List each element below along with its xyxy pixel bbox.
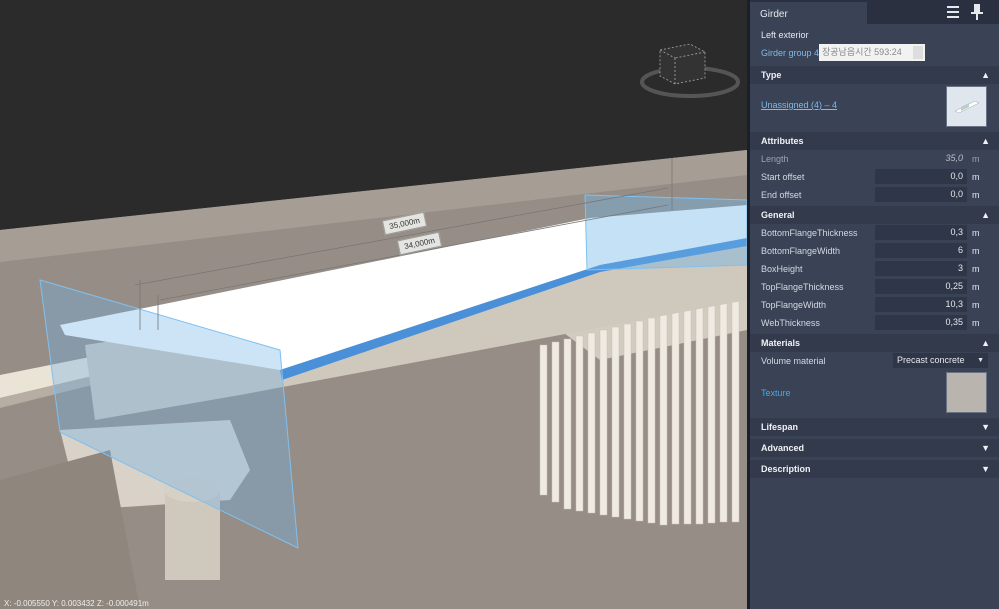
- chevron-down-icon: ▼: [981, 464, 990, 474]
- section-attributes[interactable]: Attributes ▲: [750, 132, 999, 150]
- attribute-row-length: Length 35,0 m: [761, 153, 980, 164]
- dropdown-arrow-icon: ▼: [977, 357, 984, 364]
- group-input[interactable]: 장공남읍시간 593:24: [819, 44, 925, 61]
- section-materials-label: Materials: [761, 338, 801, 348]
- length-value: 35,0: [945, 153, 963, 163]
- 3d-viewport[interactable]: 35,000m 34,000m X: -0.005550 Y: 0.003432…: [0, 0, 747, 609]
- chevron-up-icon: ▲: [981, 136, 990, 146]
- panel-titlebar: Girder: [750, 0, 999, 24]
- param-field[interactable]: 0,25: [875, 279, 967, 294]
- volume-material-row: Volume material Precast concrete ▼: [750, 352, 999, 370]
- type-thumbnail[interactable]: [946, 86, 987, 127]
- properties-panel: Girder Left exterior Girder group 4 장공남읍…: [750, 0, 999, 609]
- section-materials[interactable]: Materials ▲: [750, 334, 999, 352]
- section-lifespan[interactable]: Lifespan ▼: [750, 418, 999, 436]
- bridge-scene[interactable]: [0, 0, 747, 609]
- end-offset-field[interactable]: 0,0: [875, 187, 967, 202]
- param-row: TopFlangeWidth 10,3 m: [761, 297, 980, 312]
- girder-group-link[interactable]: Girder group 4: [761, 48, 819, 58]
- pin-icon[interactable]: [971, 4, 983, 22]
- menu-icon[interactable]: [947, 6, 959, 21]
- param-row: BottomFlangeThickness 0,3 m: [761, 225, 980, 240]
- section-advanced-label: Advanced: [761, 443, 805, 453]
- param-row: WebThickness 0,35 m: [761, 315, 980, 330]
- section-description-label: Description: [761, 464, 811, 474]
- section-attributes-label: Attributes: [761, 136, 804, 146]
- attribute-row-start-offset: Start offset 0,0 m: [761, 169, 980, 184]
- texture-thumbnail[interactable]: [946, 372, 987, 413]
- chevron-up-icon: ▲: [981, 70, 990, 80]
- param-row: BoxHeight 3 m: [761, 261, 980, 276]
- type-link[interactable]: Unassigned (4) – 4: [761, 100, 837, 110]
- param-row: TopFlangeThickness 0,25 m: [761, 279, 980, 294]
- section-advanced[interactable]: Advanced ▼: [750, 439, 999, 457]
- section-lifespan-label: Lifespan: [761, 422, 799, 432]
- section-general[interactable]: General ▲: [750, 206, 999, 224]
- start-offset-field[interactable]: 0,0: [875, 169, 967, 184]
- chevron-up-icon: ▲: [981, 338, 990, 348]
- tab-girder[interactable]: Girder: [750, 2, 867, 24]
- section-description[interactable]: Description ▼: [750, 460, 999, 478]
- param-field[interactable]: 0,3: [875, 225, 967, 240]
- element-subtitle: Left exterior: [761, 30, 809, 40]
- chevron-down-icon: ▼: [981, 443, 990, 453]
- group-input-button[interactable]: [913, 46, 923, 59]
- attribute-row-end-offset: End offset 0,0 m: [761, 187, 980, 202]
- section-type[interactable]: Type ▲: [750, 66, 999, 84]
- texture-label: Texture: [761, 388, 791, 398]
- param-field[interactable]: 10,3: [875, 297, 967, 312]
- chevron-up-icon: ▲: [981, 210, 990, 220]
- param-field[interactable]: 0,35: [875, 315, 967, 330]
- coordinate-readout: X: -0.005550 Y: 0.003432 Z: -0.000491m: [4, 599, 149, 608]
- param-field[interactable]: 6: [875, 243, 967, 258]
- param-row: BottomFlangeWidth 6 m: [761, 243, 980, 258]
- section-type-label: Type: [761, 70, 782, 80]
- volume-material-select[interactable]: Precast concrete ▼: [893, 353, 988, 368]
- section-general-label: General: [761, 210, 795, 220]
- param-field[interactable]: 3: [875, 261, 967, 276]
- chevron-down-icon: ▼: [981, 422, 990, 432]
